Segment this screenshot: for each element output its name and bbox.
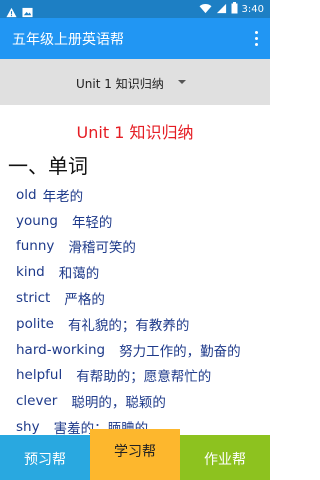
word-en: hard-working [16, 341, 106, 358]
status-time: 3:40 [241, 4, 264, 15]
word-zh: 滑稽可笑的 [68, 240, 136, 257]
unit-title: Unit 1 知识归纳 [76, 123, 194, 142]
wifi-icon [199, 3, 212, 17]
word-row: helpful 有帮助的；愿意帮忙的 [16, 363, 266, 389]
nav-homework-button[interactable]: 作业帮 [180, 435, 270, 480]
nav-preview-button[interactable]: 预习帮 [0, 435, 90, 480]
word-row: clever 聪明的，聪颖的 [16, 388, 266, 414]
word-en: clever [16, 393, 58, 410]
nav-study-button[interactable]: 学习帮 [90, 429, 180, 480]
word-zh: 年轻的 [71, 214, 113, 231]
unit-selector[interactable]: Unit 1 知识归纳 [0, 59, 270, 105]
word-row: young 年轻的 [16, 208, 266, 234]
word-row: funny 滑稽可笑的 [16, 234, 266, 260]
word-en: kind [16, 264, 45, 281]
word-row: hard-working 努力工作的，勤奋的 [16, 337, 266, 363]
word-zh: 严格的 [64, 292, 105, 309]
signal-icon [216, 3, 227, 17]
word-en: shy [16, 419, 40, 435]
word-row: kind 和蔼的 [16, 259, 266, 285]
word-en: old [16, 186, 37, 203]
word-zh: 有礼貌的；有教养的 [67, 317, 190, 334]
word-zh: 聪明的，聪颖的 [71, 395, 166, 412]
content-area[interactable]: Unit 1 知识归纳 一、单词 old 年老的 young 年轻的 funny 滑稽… [0, 105, 270, 435]
app-bar: 五年级上册英语帮 [0, 18, 270, 59]
word-zh: 有帮助的；愿意帮忙的 [76, 369, 212, 386]
word-zh: 努力工作的，勤奋的 [119, 343, 241, 360]
word-en: young [16, 212, 58, 229]
status-bar: 3:40 [0, 0, 270, 18]
word-zh: 和蔼的 [58, 266, 100, 283]
bottom-nav: 预习帮 学习帮 作业帮 [0, 429, 270, 480]
word-en: polite [16, 315, 54, 332]
app-title: 五年级上册英语帮 [12, 32, 124, 48]
word-row: old 年老的 [16, 182, 266, 208]
section-title: 一、单词 [8, 154, 88, 178]
dropdown-arrow-icon [178, 80, 186, 84]
word-en: funny [16, 238, 55, 255]
word-en: strict [16, 290, 51, 307]
word-en: helpful [16, 367, 63, 384]
battery-icon [231, 2, 238, 17]
word-list: old 年老的 young 年轻的 funny 滑稽可笑的 kind 和蔼的 stric… [16, 182, 266, 435]
unit-selector-value: Unit 1 知识归纳 [76, 77, 164, 91]
more-vert-icon[interactable] [248, 27, 264, 49]
word-row: strict 严格的 [16, 285, 266, 311]
word-zh: 年老的 [42, 188, 84, 205]
word-row: polite 有礼貌的；有教养的 [16, 311, 266, 337]
